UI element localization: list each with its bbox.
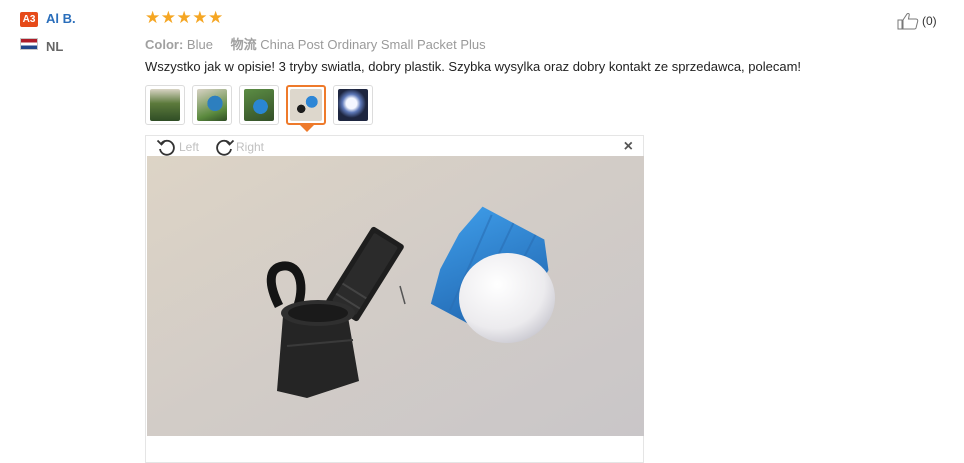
review-text: Wszystko jak w opisie! 3 tryby swiatla, …: [145, 59, 802, 74]
rotate-left-button[interactable]: Left: [156, 138, 199, 156]
review-photo-thumbnail-1[interactable]: [145, 85, 185, 125]
color-value: Blue: [186, 37, 213, 52]
country-flag-icon: [20, 38, 38, 50]
review-photo-thumbnail-5[interactable]: [333, 85, 373, 125]
rotate-right-icon: [216, 139, 235, 156]
user-level-badge: A3: [20, 12, 38, 27]
rotate-left-label: Left: [179, 140, 200, 154]
thumbs-up-icon[interactable]: [897, 12, 919, 30]
review-meta: Color: Blue 物流 China Post Ordinary Small…: [145, 34, 486, 53]
helpful-count: (0): [922, 14, 937, 28]
helpful-button[interactable]: (0): [897, 12, 937, 30]
star-rating: ★★★★★: [145, 8, 224, 27]
photo-viewer: Left Right ×: [145, 135, 644, 463]
rotate-right-button[interactable]: Right: [213, 138, 264, 156]
shipping-value: China Post Ordinary Small Packet Plus: [260, 37, 486, 52]
rotate-left-icon: [156, 139, 175, 156]
shipping-label: 物流: [230, 37, 257, 52]
review-photo-thumbnail-4[interactable]: [286, 85, 326, 125]
reviewer-country: NL: [46, 39, 64, 54]
reviewer-name[interactable]: Al B.: [46, 11, 76, 26]
review-photo-thumbnail-2[interactable]: [192, 85, 232, 125]
review-photo-thumbnail-3[interactable]: [239, 85, 279, 125]
color-label: Color:: [145, 37, 184, 52]
close-viewer-button[interactable]: ×: [624, 139, 633, 155]
rotate-right-label: Right: [236, 140, 265, 154]
review-photo: [147, 156, 644, 436]
selected-thumbnail-indicator: [300, 125, 314, 132]
